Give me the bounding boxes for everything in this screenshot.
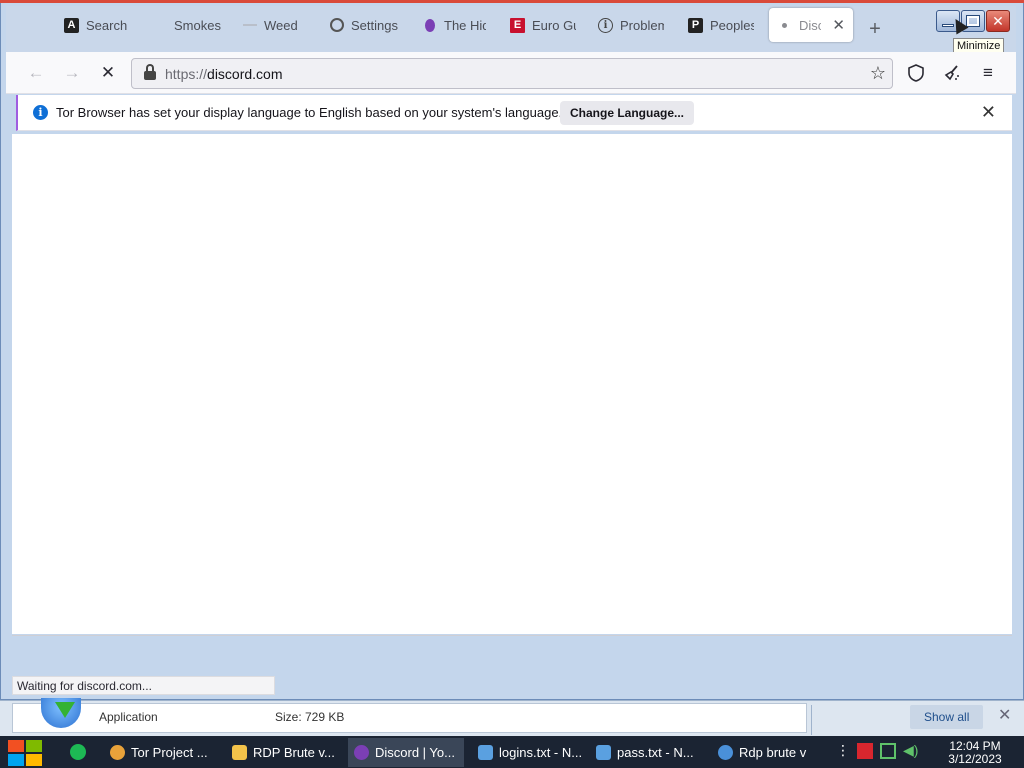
tab-euro-guns[interactable]: E Euro Gu: [502, 8, 584, 42]
shield-button[interactable]: [904, 61, 928, 85]
tab-peoples[interactable]: P Peoples: [680, 8, 762, 42]
spotify-icon[interactable]: [70, 744, 86, 760]
taskbar-item-rdp-brute-v[interactable]: Rdp brute v: [712, 738, 812, 767]
globe-icon: [718, 745, 733, 760]
tab-label: Smokes: [174, 17, 221, 33]
bookmark-star-icon[interactable]: ☆: [870, 63, 886, 84]
dash-icon: [242, 18, 257, 33]
page-content: [12, 134, 1012, 634]
download-bar: Application Size: 729 KB Show all ✕: [0, 698, 1024, 736]
taskbar-item-label: Discord | Yo...: [375, 745, 455, 760]
tab-weed[interactable]: Weed: [234, 8, 320, 42]
tab-settings[interactable]: Settings: [322, 8, 410, 42]
forward-button[interactable]: →: [60, 61, 84, 85]
url-host: discord.com: [207, 66, 283, 82]
folder-icon: [232, 745, 247, 760]
shield-icon: [908, 64, 924, 82]
back-arrow-icon: ←: [27, 63, 45, 82]
chrome-icon: [110, 745, 125, 760]
tab-discord-active[interactable]: Disco ✕: [769, 8, 853, 42]
close-download-bar-icon[interactable]: ✕: [998, 705, 1011, 725]
lock-icon: [144, 64, 156, 80]
tab-the-hidden[interactable]: The Hid: [414, 8, 494, 42]
broom-icon: [944, 65, 959, 81]
tab-label: Search: [86, 17, 128, 33]
overflow-dots-icon[interactable]: ⋮: [836, 742, 850, 759]
a-logo-icon: A: [64, 17, 79, 33]
notepad-icon: [596, 745, 611, 760]
tab-search[interactable]: A Search: [56, 8, 152, 42]
tor-browser-icon: [354, 745, 369, 760]
taskbar-item-label: RDP Brute v...: [253, 745, 335, 760]
notepad-icon: [478, 745, 493, 760]
download-size: Size: 729 KB: [275, 710, 345, 724]
address-bar[interactable]: https://discord.com ☆: [131, 58, 893, 89]
tab-label: Problem: [620, 17, 664, 33]
monitor-icon[interactable]: [880, 742, 896, 759]
content-divider: [12, 635, 1012, 636]
tab-label: Euro Gu: [532, 17, 576, 33]
forward-arrow-icon: →: [63, 63, 81, 82]
start-button[interactable]: [8, 740, 42, 766]
hamburger-menu-icon: ≡: [983, 63, 993, 82]
taskbar-item-label: Tor Project ...: [131, 745, 208, 760]
window-top-accent: [0, 0, 1024, 3]
download-bar-divider: [811, 705, 812, 735]
taskbar-item-tor-project[interactable]: Tor Project ...: [104, 738, 216, 767]
stop-icon: ✕: [100, 63, 116, 82]
close-notification-icon[interactable]: ✕: [981, 102, 996, 123]
taskbar-item-label: logins.txt - N...: [499, 745, 583, 760]
taskbar-item-rdp-brute[interactable]: RDP Brute v...: [226, 738, 338, 767]
stop-loading-button[interactable]: ✕: [96, 61, 120, 85]
info-icon: i: [598, 17, 613, 33]
download-type: Application: [99, 710, 158, 724]
show-all-button[interactable]: Show all: [910, 705, 984, 729]
close-window-button[interactable]: ✕: [986, 10, 1010, 32]
system-tray: ⋮ ◀): [836, 742, 918, 759]
volume-icon[interactable]: ◀): [903, 742, 918, 759]
taskbar-item-pass[interactable]: pass.txt - N...: [590, 738, 702, 767]
download-item[interactable]: Application Size: 729 KB: [12, 698, 807, 733]
status-text: Waiting for discord.com...: [12, 676, 275, 695]
tab-label: Peoples: [710, 17, 754, 33]
tab-smokes[interactable]: Smokes: [166, 8, 230, 42]
tab-label: Disco: [799, 17, 822, 33]
e-logo-icon: E: [510, 17, 525, 33]
tab-label: The Hid: [444, 17, 486, 33]
clock-date: 3/12/2023: [948, 752, 1002, 766]
close-tab-icon[interactable]: ✕: [832, 16, 845, 34]
taskbar-item-label: pass.txt - N...: [617, 745, 694, 760]
tab-label: Weed: [264, 17, 298, 33]
taskbar-clock[interactable]: 12:04 PM 3/12/2023: [934, 740, 1016, 766]
language-notification-bar: i Tor Browser has set your display langu…: [16, 95, 1012, 131]
menu-button[interactable]: ≡: [976, 61, 1000, 85]
p-logo-icon: P: [688, 17, 703, 33]
taskbar-item-logins[interactable]: logins.txt - N...: [472, 738, 584, 767]
close-icon: ✕: [992, 12, 1004, 29]
gear-icon: [330, 18, 344, 32]
back-button[interactable]: ←: [24, 61, 48, 85]
notification-message: Tor Browser has set your display languag…: [56, 105, 563, 120]
info-icon: i: [33, 105, 48, 120]
new-identity-button[interactable]: [940, 61, 964, 85]
taskbar: Tor Project ... RDP Brute v... Discord |…: [0, 736, 1024, 768]
url-text: https://discord.com: [165, 66, 283, 82]
maximize-icon: [966, 15, 980, 27]
onion-icon: [422, 18, 437, 33]
url-scheme: https://: [165, 66, 208, 82]
tab-label: Settings: [351, 17, 398, 33]
taskbar-item-discord[interactable]: Discord | Yo...: [348, 738, 464, 767]
change-language-button[interactable]: Change Language...: [560, 101, 695, 125]
navigation-toolbar: ← → ✕ https://discord.com ☆ ≡: [6, 52, 1016, 94]
flag-icon[interactable]: [857, 742, 873, 759]
installer-download-icon: [41, 698, 83, 730]
loading-dot-icon: [777, 18, 792, 33]
tab-problem[interactable]: i Problem: [590, 8, 672, 42]
new-tab-button[interactable]: +: [864, 18, 886, 40]
taskbar-item-label: Rdp brute v: [739, 745, 807, 760]
